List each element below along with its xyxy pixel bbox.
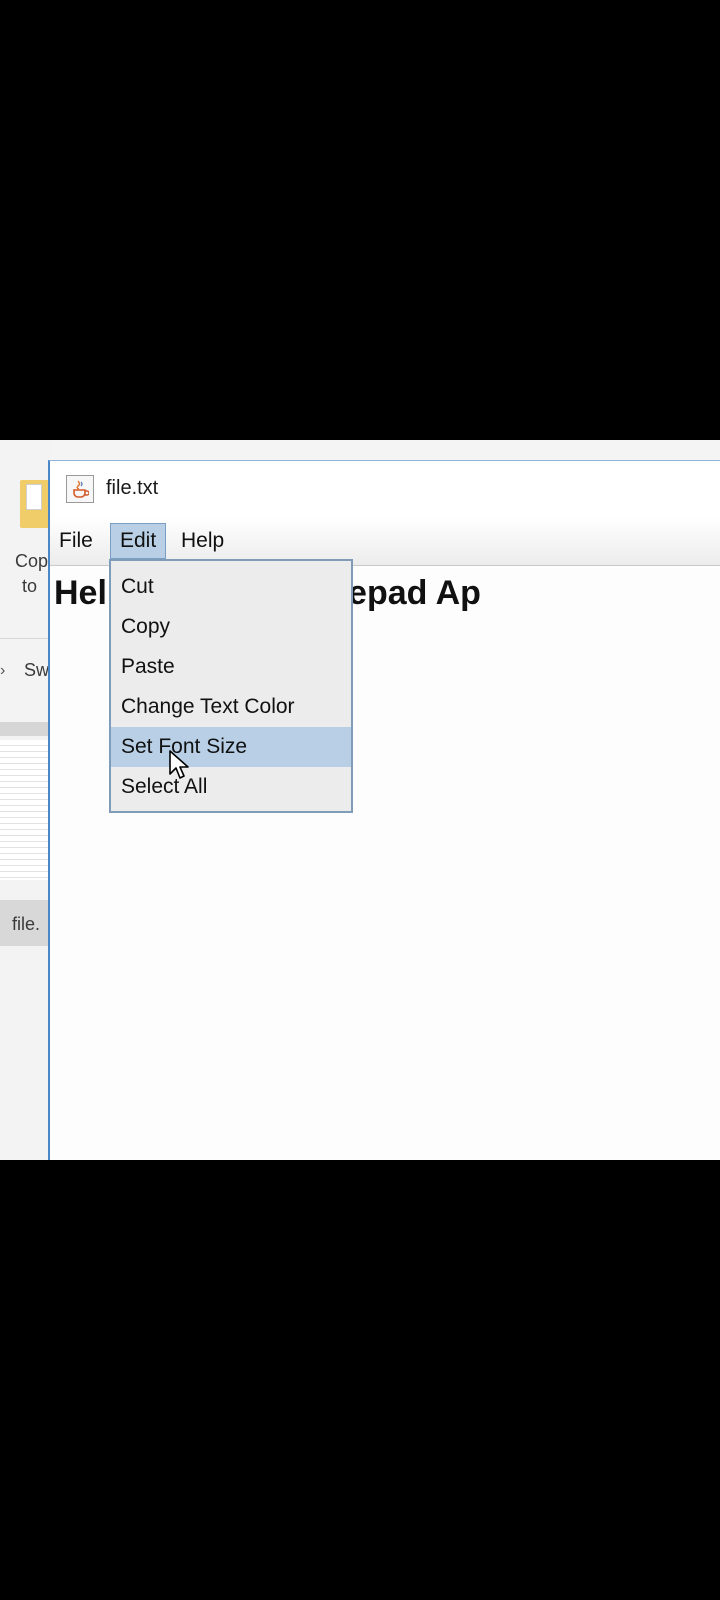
edit-menu-dropdown: Cut Copy Paste Change Text Color Set Fon… (109, 559, 353, 813)
explorer-item-label-line2: to (22, 576, 38, 596)
menu-item-paste[interactable]: Paste (111, 647, 351, 687)
menu-item-copy[interactable]: Copy (111, 607, 351, 647)
chevron-right-icon[interactable]: › (0, 662, 5, 680)
file-explorer-background: Cop to › Sw file. (0, 440, 50, 1160)
menu-edit[interactable]: Edit (110, 523, 167, 559)
explorer-nav-item[interactable]: Sw (24, 660, 49, 681)
menu-file[interactable]: File (50, 523, 102, 559)
explorer-header-band (0, 722, 50, 736)
explorer-list (0, 740, 50, 880)
explorer-file-label[interactable]: file. (12, 914, 40, 935)
menu-item-select-all[interactable]: Select All (111, 767, 351, 807)
menu-item-change-text-color[interactable]: Change Text Color (111, 687, 351, 727)
java-coffee-icon (66, 475, 94, 503)
divider (0, 638, 50, 639)
folder-icon[interactable] (20, 480, 48, 528)
menu-help[interactable]: Help (172, 523, 233, 559)
mouse-pointer-icon (169, 750, 189, 779)
menu-item-set-font-size[interactable]: Set Font Size (111, 727, 351, 767)
window-title: file.txt (106, 477, 159, 499)
menu-item-cut[interactable]: Cut (111, 567, 351, 607)
desktop-screen: Cop to › Sw file. file.txt File Edit Hel… (0, 440, 720, 1160)
explorer-item-label: Cop (15, 551, 49, 571)
title-bar[interactable]: file.txt (50, 461, 720, 517)
